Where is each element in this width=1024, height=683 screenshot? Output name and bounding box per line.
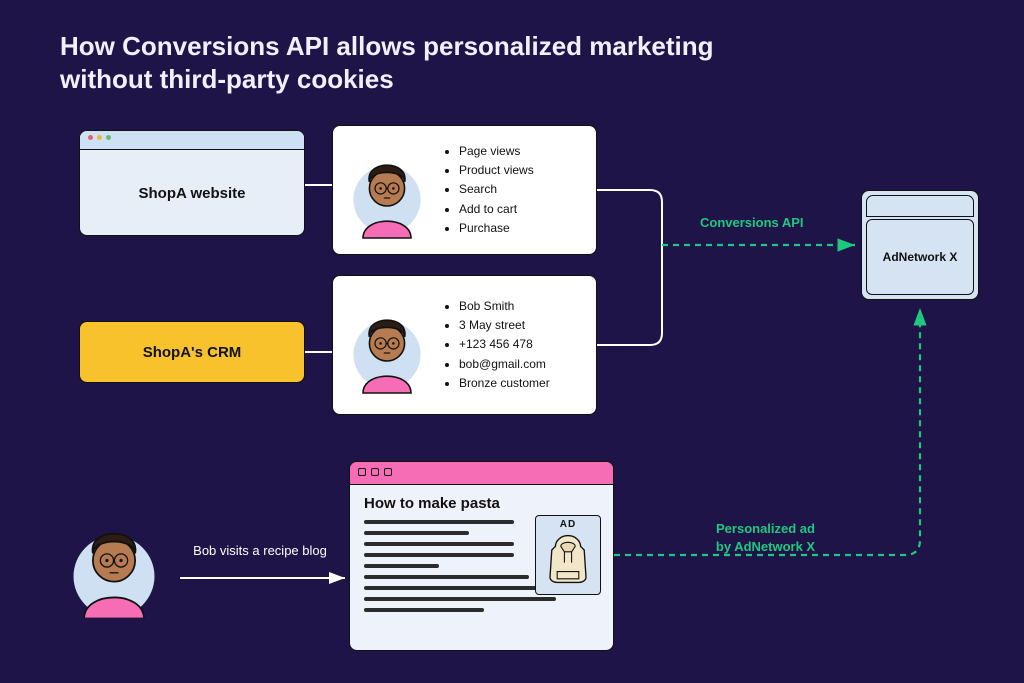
personalized-ad-label: Personalized ad by AdNetwork X xyxy=(693,520,838,555)
bob-avatar xyxy=(70,510,180,650)
list-item: +123 456 478 xyxy=(459,335,550,354)
ad-label: AD xyxy=(560,519,576,530)
blog-ad-slot: AD xyxy=(535,515,601,595)
adnetwork-card: AdNetwork X xyxy=(861,190,979,300)
bob-visits-label: Bob visits a recipe blog xyxy=(185,543,335,558)
shopa-crm-card: ShopA's CRM xyxy=(79,321,305,383)
shopa-crm-label: ShopA's CRM xyxy=(143,344,242,361)
list-item: 3 May street xyxy=(459,316,550,335)
adnetwork-label: AdNetwork X xyxy=(883,250,958,264)
shopa-website-card: ShopA website xyxy=(79,130,305,236)
window-dots-icon xyxy=(358,468,392,476)
list-item: Search xyxy=(459,180,534,199)
events-list: Page views Product views Search Add to c… xyxy=(441,142,534,238)
title-line-1: How Conversions API allows personalized … xyxy=(60,30,760,63)
conversions-api-label: Conversions API xyxy=(700,215,804,230)
window-titlebar xyxy=(80,131,304,150)
events-card: Page views Product views Search Add to c… xyxy=(332,125,597,255)
list-item: Page views xyxy=(459,142,534,161)
list-item: Product views xyxy=(459,161,534,180)
title-line-2: without third-party cookies xyxy=(60,63,760,96)
avatar-icon xyxy=(70,510,158,618)
blog-window: How to make pasta AD xyxy=(349,461,614,651)
crm-data-card: Bob Smith 3 May street +123 456 478 bob@… xyxy=(332,275,597,415)
list-item: Bob Smith xyxy=(459,297,550,316)
window-dots-icon xyxy=(88,135,111,140)
list-item: Bronze customer xyxy=(459,374,550,393)
avatar-icon xyxy=(347,295,427,395)
shopa-website-label: ShopA website xyxy=(80,150,304,236)
crm-list: Bob Smith 3 May street +123 456 478 bob@… xyxy=(441,297,550,393)
adnetwork-header xyxy=(866,195,974,217)
avatar-icon xyxy=(347,140,427,240)
window-titlebar xyxy=(350,462,613,485)
blog-text-placeholder xyxy=(364,520,514,612)
list-item: Purchase xyxy=(459,219,534,238)
list-item: Add to cart xyxy=(459,200,534,219)
list-item: bob@gmail.com xyxy=(459,355,550,374)
diagram-title: How Conversions API allows personalized … xyxy=(60,30,760,95)
blog-title: How to make pasta xyxy=(364,495,601,512)
hoodie-icon xyxy=(541,530,595,588)
